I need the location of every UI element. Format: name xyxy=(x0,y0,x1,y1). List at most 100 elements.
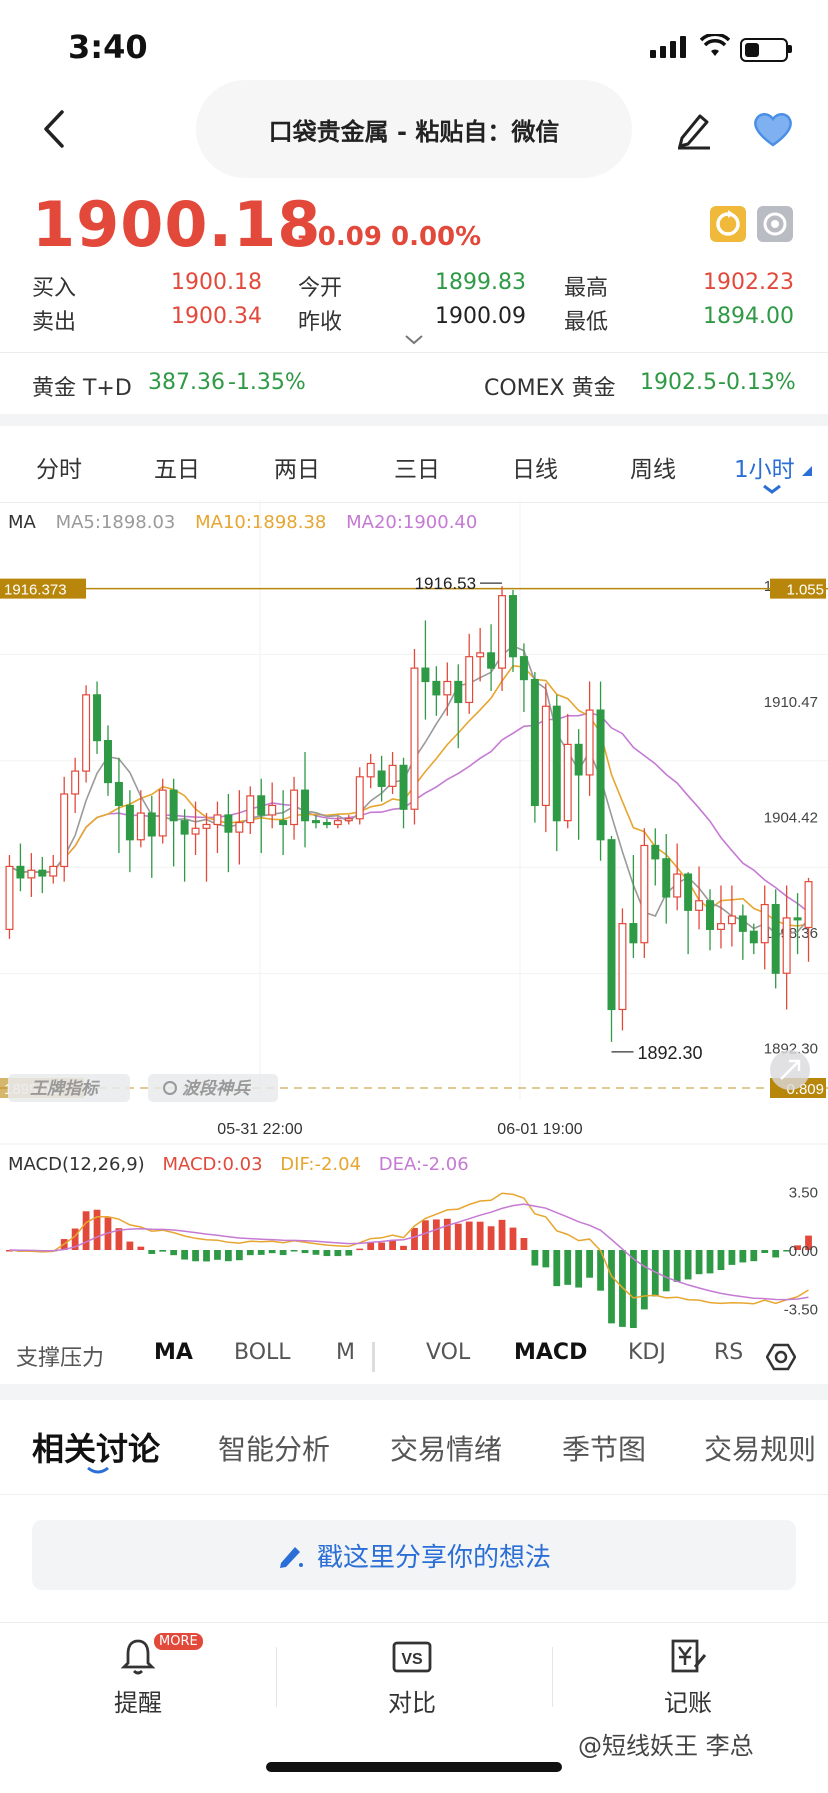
macd-bar xyxy=(246,1250,254,1256)
refresh-icon[interactable] xyxy=(710,206,746,242)
open-label: 今开 xyxy=(298,276,343,301)
divider xyxy=(0,352,828,353)
compare-button[interactable]: VS 对比 xyxy=(352,1637,472,1718)
dtab-rules[interactable]: 交易规则 xyxy=(704,1428,816,1468)
back-arrow-icon[interactable] xyxy=(36,104,76,154)
macd-bar xyxy=(509,1227,517,1250)
watermark: @短线妖王 李总 xyxy=(578,1732,754,1760)
y-tick-label: 1910.47 xyxy=(764,694,818,711)
macd-bar xyxy=(312,1250,320,1255)
dtab-sentiment[interactable]: 交易情绪 xyxy=(390,1428,502,1468)
settings-target-icon[interactable] xyxy=(757,206,794,242)
open-value: 1899.83 xyxy=(435,270,526,295)
price-tag-right-text: 1.055 xyxy=(786,582,824,599)
candle-up xyxy=(541,705,550,807)
candle-up xyxy=(804,881,813,929)
candle-down xyxy=(421,667,430,683)
candle-up xyxy=(355,776,364,820)
signal-icon xyxy=(650,36,686,58)
heart-icon[interactable] xyxy=(752,110,794,148)
macd-bar xyxy=(378,1242,386,1250)
more-badge: MORE xyxy=(154,1633,203,1650)
itab-support[interactable]: 支撑压力 xyxy=(16,1340,104,1372)
macd-bar xyxy=(224,1250,232,1262)
time-label: 05-31 22:00 xyxy=(217,1121,303,1138)
macd-bar xyxy=(717,1250,725,1271)
tab-three-day[interactable]: 三日 xyxy=(394,450,440,484)
tab-1hour[interactable]: 1小时 xyxy=(734,450,795,484)
ledger-label: 记账 xyxy=(664,1689,712,1717)
candle-up xyxy=(191,827,200,835)
battery-icon xyxy=(740,38,788,62)
nav-title[interactable]: 口袋贵金属 - 粘贴自：微信 xyxy=(196,80,632,178)
itab-boll[interactable]: BOLL xyxy=(234,1340,291,1365)
candle-down xyxy=(793,917,802,921)
market-value-td: 387.36 xyxy=(148,370,225,395)
macd-bar xyxy=(454,1223,462,1250)
candle-up xyxy=(290,789,299,826)
candle-up xyxy=(563,743,572,822)
candle-up xyxy=(498,595,507,669)
edit-icon[interactable] xyxy=(674,108,714,150)
section-separator xyxy=(0,414,828,426)
macd-bar xyxy=(662,1250,670,1292)
dea-value: DEA:-2.06 xyxy=(378,1154,469,1175)
active-tab-indicator xyxy=(87,1466,109,1474)
dropdown-triangle-icon[interactable] xyxy=(802,466,812,476)
candle-up xyxy=(268,804,277,816)
candle-down xyxy=(651,844,660,860)
candle-up xyxy=(246,795,255,824)
dtab-seasonal[interactable]: 季节图 xyxy=(562,1428,646,1468)
candle-up xyxy=(760,903,769,944)
tab-timeshare[interactable]: 分时 xyxy=(36,450,82,484)
ledger-button[interactable]: 记账 xyxy=(628,1637,748,1718)
dif-value: DIF:-2.04 xyxy=(280,1154,362,1175)
macd-bar xyxy=(422,1220,429,1250)
chevron-down-icon[interactable] xyxy=(404,334,424,346)
itab-ma[interactable]: MA xyxy=(154,1340,193,1365)
candle-down xyxy=(749,930,758,944)
itab-vol[interactable]: VOL xyxy=(426,1340,470,1365)
itab-rsi[interactable]: RS xyxy=(714,1340,743,1365)
candle-up xyxy=(5,865,14,930)
max-marker-label: 1916.53 xyxy=(415,574,476,593)
macd-bar xyxy=(400,1245,407,1250)
home-indicator[interactable] xyxy=(266,1762,562,1772)
macd-bar xyxy=(586,1250,594,1278)
bar-separator xyxy=(552,1647,553,1707)
candle-up xyxy=(727,915,736,925)
itab-kdj[interactable]: KDJ xyxy=(628,1340,666,1365)
macd-bar xyxy=(323,1250,331,1257)
settings-hex-icon[interactable] xyxy=(766,1342,796,1372)
itab-m[interactable]: M xyxy=(336,1340,355,1365)
dtab-discussion[interactable]: 相关讨论 xyxy=(32,1424,160,1470)
candle-down xyxy=(432,680,441,696)
macd-bar xyxy=(356,1248,364,1251)
tab-daily[interactable]: 日线 xyxy=(512,450,558,484)
dtab-analysis[interactable]: 智能分析 xyxy=(218,1428,330,1468)
tab-two-day[interactable]: 两日 xyxy=(274,450,320,484)
current-price: 1900.18 xyxy=(32,188,322,261)
tab-separator xyxy=(372,1342,375,1372)
period-tabs: 分时 五日 两日 三日 日线 周线 1小时 xyxy=(0,428,828,500)
tab-weekly[interactable]: 周线 xyxy=(630,450,676,484)
tab-five-day[interactable]: 五日 xyxy=(154,450,200,484)
candle-down xyxy=(684,873,693,911)
share-input[interactable]: 戳这里分享你的想法 xyxy=(32,1520,796,1590)
candle-down xyxy=(596,709,605,841)
macd-bar xyxy=(137,1246,145,1250)
related-markets[interactable]: 黄金 T+D 387.36 -1.35% COMEX 黄金 1902.5 -0.… xyxy=(0,356,828,412)
macd-bar xyxy=(564,1250,572,1285)
candle-down xyxy=(16,865,25,879)
itab-macd[interactable]: MACD xyxy=(514,1340,587,1365)
candle-down xyxy=(454,680,463,704)
vs-icon: VS xyxy=(392,1641,432,1673)
candle-down xyxy=(257,795,266,816)
candle-down xyxy=(180,820,189,835)
candle-down xyxy=(322,821,331,826)
time-label: 06-01 19:00 xyxy=(497,1121,583,1138)
candle-down xyxy=(224,814,233,833)
price-chart[interactable]: 1916.551910.471904.421898.361892.301916.… xyxy=(0,500,828,1328)
prev-close-label: 昨收 xyxy=(298,310,343,335)
macd-bar xyxy=(629,1250,637,1328)
